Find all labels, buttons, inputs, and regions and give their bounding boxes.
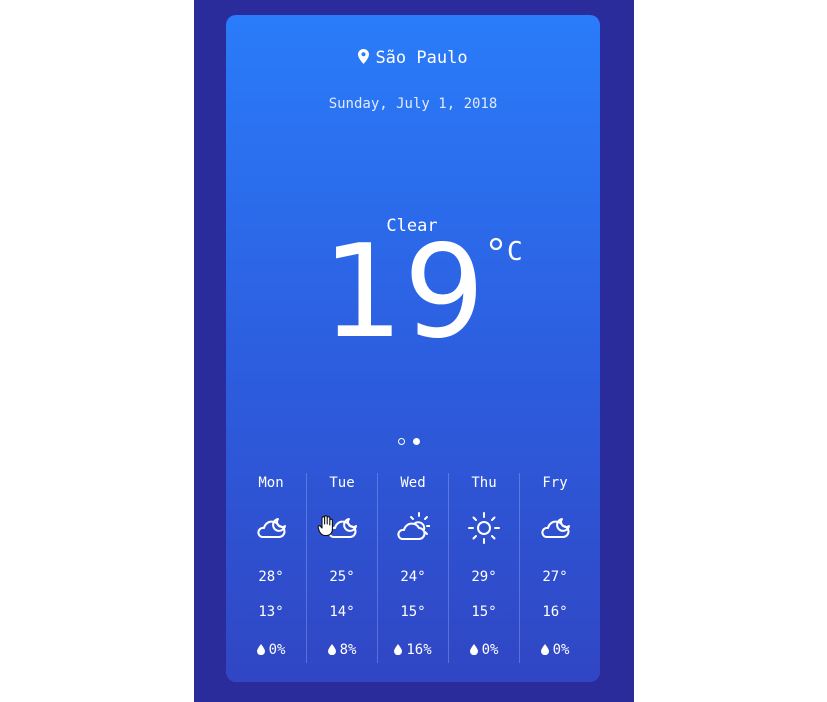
date-label: Sunday, July 1, 2018	[328, 96, 498, 112]
forecast-day-name: Thu	[471, 475, 497, 491]
map-pin-icon	[358, 49, 370, 64]
forecast-day-tue[interactable]: Tue 25° 14° 8%	[307, 473, 378, 663]
raindrop-icon	[469, 644, 478, 656]
partly-cloudy-night-icon	[541, 518, 570, 538]
degree-symbol	[489, 237, 503, 251]
city-name: São Paulo	[375, 48, 468, 68]
raindrop-icon	[394, 644, 403, 656]
forecast-row: Mon 28° 13° 0% Tue 25° 14° 8% Wed 24° 15° 16% Thu 29°…	[236, 473, 590, 663]
forecast-day-name: Fry	[542, 475, 568, 491]
forecast-rain-chance: 8%	[307, 642, 377, 658]
rain-chance-value: 0%	[481, 642, 499, 658]
partly-cloudy-day-icon	[397, 512, 430, 540]
raindrop-icon	[327, 644, 336, 656]
raindrop-icon	[256, 644, 265, 656]
forecast-day-name: Mon	[258, 475, 284, 491]
rain-chance-value: 0%	[552, 642, 570, 658]
forecast-day-wed[interactable]: Wed 24° 15° 16%	[378, 473, 449, 663]
sun-icon	[468, 512, 500, 544]
page-dot-1[interactable]	[398, 438, 405, 445]
forecast-low-temp: 15°	[471, 604, 497, 620]
app-frame: São Paulo Sunday, July 1, 2018 Clear 19 …	[194, 0, 634, 702]
forecast-rain-chance: 0%	[449, 642, 519, 658]
forecast-rain-chance: 0%	[236, 642, 306, 658]
forecast-high-temp: 27°	[542, 569, 568, 585]
forecast-high-temp: 25°	[329, 569, 355, 585]
weather-card: São Paulo Sunday, July 1, 2018 Clear 19 …	[226, 15, 600, 682]
forecast-day-mon[interactable]: Mon 28° 13° 0%	[236, 473, 307, 663]
forecast-high-temp: 28°	[258, 569, 284, 585]
forecast-low-temp: 13°	[258, 604, 284, 620]
raindrop-icon	[540, 644, 549, 656]
forecast-low-temp: 16°	[542, 604, 568, 620]
rain-chance-value: 8%	[339, 642, 357, 658]
rain-chance-value: 0%	[268, 642, 286, 658]
temperature-unit: C	[507, 237, 523, 267]
forecast-high-temp: 29°	[471, 569, 497, 585]
location-header: São Paulo	[226, 48, 600, 68]
page-indicator	[398, 438, 420, 445]
forecast-rain-chance: 16%	[378, 642, 448, 658]
forecast-low-temp: 14°	[329, 604, 355, 620]
page-dot-2-active[interactable]	[413, 438, 420, 445]
forecast-day-thu[interactable]: Thu 29° 15° 0%	[449, 473, 520, 663]
forecast-low-temp: 15°	[400, 604, 426, 620]
forecast-high-temp: 24°	[400, 569, 426, 585]
current-temperature: 19	[322, 218, 485, 367]
forecast-day-name: Wed	[400, 475, 426, 491]
forecast-day-name: Tue	[329, 475, 355, 491]
forecast-day-fry[interactable]: Fry 27° 16° 0%	[520, 473, 590, 663]
forecast-rain-chance: 0%	[520, 642, 590, 658]
rain-chance-value: 16%	[406, 642, 432, 658]
hand-cursor-icon	[317, 515, 333, 537]
partly-cloudy-night-icon	[257, 518, 286, 538]
